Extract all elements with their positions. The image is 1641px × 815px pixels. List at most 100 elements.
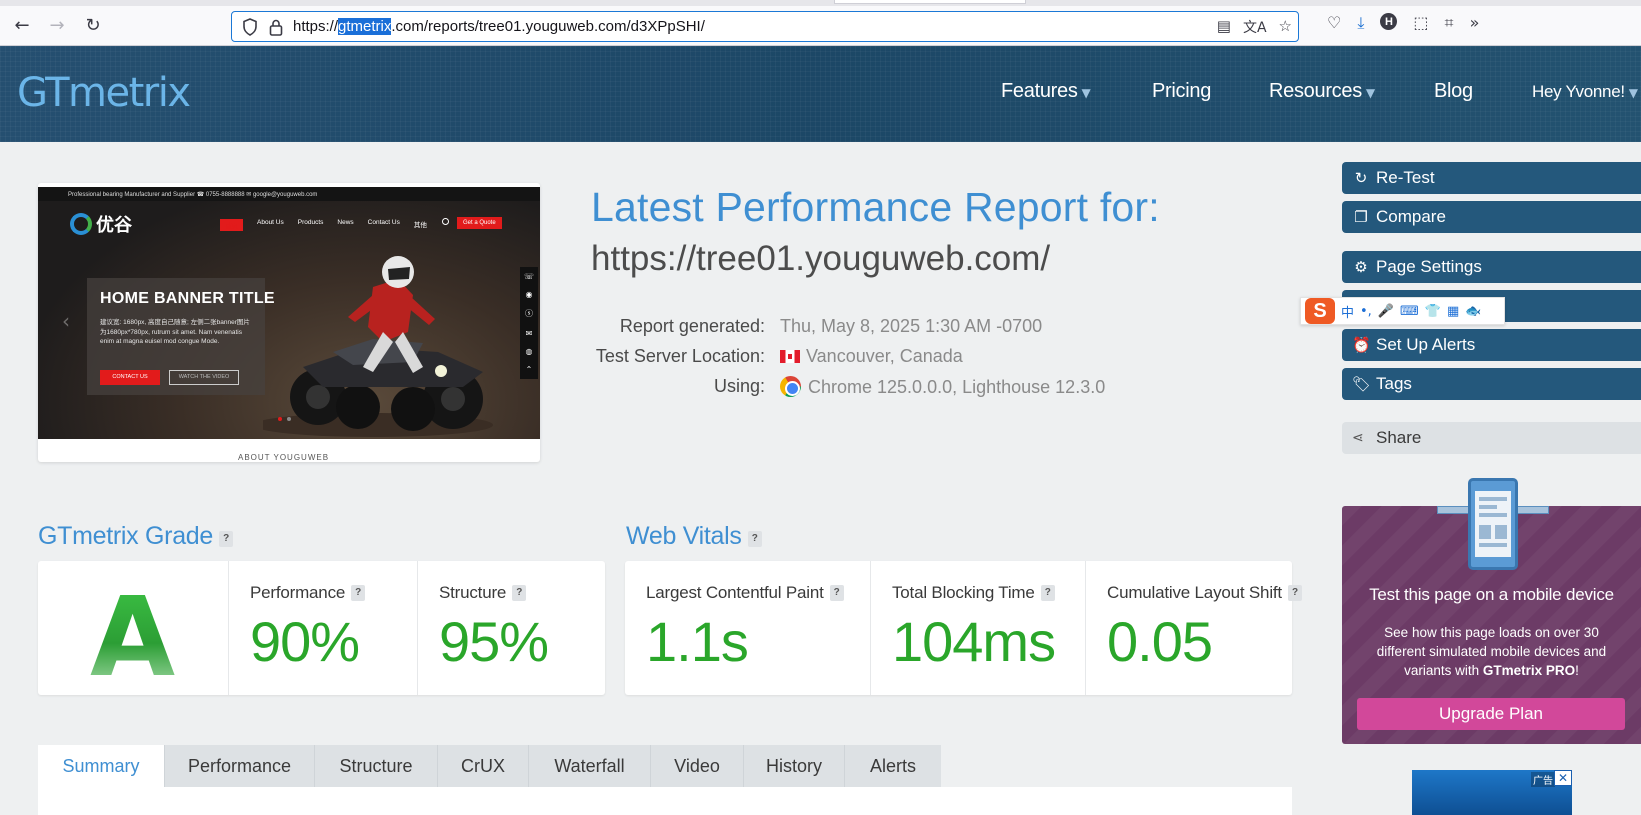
thumb-caption: ABOUT YOUGUWEB bbox=[238, 453, 330, 462]
grade-cell: A bbox=[38, 561, 228, 701]
thumb-chat-icon: ◍ bbox=[525, 346, 533, 356]
grade-card: A Performance? 90% Structure? 95% bbox=[38, 561, 605, 701]
back-arrow-icon[interactable]: ← bbox=[11, 14, 33, 36]
mascot-icon[interactable]: 🐟 bbox=[1465, 304, 1481, 319]
set-up-alerts-button[interactable]: ⏰ Set Up Alerts bbox=[1342, 329, 1641, 361]
tags-button[interactable]: 🏷 Tags bbox=[1342, 368, 1641, 400]
report-generated-label: Report generated: bbox=[619, 316, 765, 336]
report-generated-row: Report generated: bbox=[560, 316, 765, 340]
overflow-chevron-icon[interactable]: » bbox=[1470, 13, 1480, 33]
tbt-value: 104ms bbox=[892, 610, 1056, 673]
nav-pricing-label: Pricing bbox=[1152, 80, 1212, 102]
compare-button[interactable]: ❐ Compare bbox=[1342, 201, 1641, 233]
performance-value: 90% bbox=[250, 610, 360, 673]
reload-icon[interactable]: ↻ bbox=[82, 14, 104, 36]
structure-label: Structure? bbox=[439, 583, 527, 603]
reader-view-icon[interactable]: ▤ bbox=[1217, 17, 1231, 37]
share-button[interactable]: ⋖ Share bbox=[1342, 422, 1641, 454]
tab-structure[interactable]: Structure bbox=[315, 745, 438, 787]
ad-close-icon[interactable]: ✕ bbox=[1554, 770, 1572, 786]
thumb-skype-icon: ⓢ bbox=[525, 309, 533, 319]
thumb-whatsapp-icon: ◉ bbox=[525, 289, 533, 299]
profile-icon[interactable]: H bbox=[1380, 13, 1398, 30]
ime-toolbar[interactable]: S 中 •, 🎤 ⌨ 👕 ▦ 🐟 bbox=[1300, 297, 1505, 325]
nav-resources[interactable]: Resources ▼ bbox=[1269, 80, 1375, 103]
extensions-icon[interactable]: ⬚ bbox=[1413, 13, 1428, 33]
active-tab-edge[interactable] bbox=[834, 0, 1026, 4]
tab-video[interactable]: Video bbox=[651, 745, 744, 787]
tab-waterfall[interactable]: Waterfall bbox=[529, 745, 651, 787]
tab-alerts[interactable]: Alerts bbox=[845, 745, 941, 787]
thumb-menu-item: About Us bbox=[257, 219, 284, 226]
help-icon[interactable]: ? bbox=[1287, 585, 1302, 601]
forward-arrow-icon[interactable]: → bbox=[46, 14, 68, 36]
chevron-down-icon: ▼ bbox=[1081, 86, 1091, 100]
cls-label: Cumulative Layout Shift? bbox=[1107, 583, 1302, 603]
report-url[interactable]: https://tree01.youguweb.com/ bbox=[591, 239, 1050, 279]
nav-user-menu[interactable]: Hey Yvonne! ▼ bbox=[1532, 82, 1638, 102]
sogou-logo-icon[interactable]: S bbox=[1305, 298, 1335, 324]
thumb-menu: 首页 About Us Products News Contact Us 其他 bbox=[220, 219, 427, 231]
translate-icon[interactable]: 文A bbox=[1243, 17, 1267, 37]
cls-cell: Cumulative Layout Shift? 0.05 bbox=[1085, 561, 1302, 695]
canada-flag-icon bbox=[780, 350, 800, 363]
server-location-text: Vancouver, Canada bbox=[806, 346, 963, 366]
chinese-mode-icon[interactable]: 中 bbox=[1341, 302, 1354, 321]
nav-features-label: Features bbox=[1001, 80, 1078, 102]
tab-summary[interactable]: Summary bbox=[38, 745, 165, 787]
server-location-label: Test Server Location: bbox=[595, 346, 765, 366]
thumb-menu-item: Products bbox=[297, 219, 324, 226]
nav-blog-label: Blog bbox=[1434, 80, 1473, 102]
refresh-icon: ↻ bbox=[1354, 169, 1368, 187]
thumb-menu-item: 首页 bbox=[220, 219, 243, 231]
grade-title: GTmetrix Grade bbox=[38, 522, 213, 550]
web-vitals-heading: Web Vitals? bbox=[626, 522, 762, 551]
address-bar[interactable]: https://gtmetrix.com/reports/tree01.youg… bbox=[231, 11, 1299, 42]
nav-features[interactable]: Features ▼ bbox=[1001, 80, 1091, 103]
help-icon[interactable]: ? bbox=[747, 531, 762, 547]
punctuation-icon[interactable]: •, bbox=[1360, 304, 1372, 319]
help-icon[interactable]: ? bbox=[829, 585, 844, 601]
thumb-menu-item: Contact Us bbox=[367, 219, 400, 226]
help-icon[interactable]: ? bbox=[512, 585, 527, 601]
copy-icon: ❐ bbox=[1354, 208, 1368, 226]
thumb-slide-dots bbox=[278, 417, 291, 421]
thumb-quote-button: Get a Quote bbox=[457, 217, 502, 229]
upgrade-plan-button[interactable]: Upgrade Plan bbox=[1357, 698, 1625, 730]
page-settings-label: Page Settings bbox=[1376, 257, 1482, 276]
thumb-banner: HOME BANNER TITLE 建议宽: 1680px, 高度自己随意; 左… bbox=[87, 278, 275, 395]
help-icon[interactable]: ? bbox=[1040, 585, 1055, 601]
browser-toolbar: ← → ↻ https://gtmetrix.com/reports/tree0… bbox=[0, 0, 1641, 46]
using-label: Using: bbox=[713, 376, 765, 396]
grade-letter: A bbox=[90, 573, 176, 701]
bookmark-star-icon[interactable]: ☆ bbox=[1279, 17, 1292, 37]
chrome-icon bbox=[780, 376, 801, 397]
nav-pricing[interactable]: Pricing bbox=[1152, 80, 1211, 103]
server-location-value: Vancouver, Canada bbox=[780, 346, 963, 367]
microphone-icon[interactable]: 🎤 bbox=[1378, 304, 1394, 319]
shield-icon[interactable] bbox=[242, 18, 258, 36]
thumb-mail-icon: ✉ bbox=[525, 328, 533, 338]
help-icon[interactable]: ? bbox=[219, 531, 233, 547]
help-icon[interactable]: ? bbox=[351, 585, 366, 601]
pocket-icon[interactable]: ♡ bbox=[1327, 13, 1341, 33]
url-text[interactable]: https://gtmetrix.com/reports/tree01.youg… bbox=[293, 18, 705, 35]
download-icon[interactable]: ⤓ bbox=[1357, 13, 1364, 33]
page-settings-button[interactable]: ⚙ Page Settings bbox=[1342, 251, 1641, 283]
toolbox-icon[interactable]: ▦ bbox=[1447, 304, 1459, 319]
retest-button[interactable]: ↻ Re-Test bbox=[1342, 162, 1641, 194]
thumb-banner-button: CONTACT US bbox=[100, 370, 160, 385]
tab-performance[interactable]: Performance bbox=[165, 745, 315, 787]
crop-icon[interactable]: ⌗ bbox=[1445, 13, 1454, 33]
ad-label: 广告 bbox=[1531, 772, 1555, 787]
page-screenshot-card[interactable]: Professional bearing Manufacturer and Su… bbox=[38, 183, 540, 462]
lock-icon[interactable] bbox=[269, 18, 283, 36]
keyboard-icon[interactable]: ⌨ bbox=[1400, 304, 1419, 319]
skin-icon[interactable]: 👕 bbox=[1425, 304, 1441, 319]
tab-crux[interactable]: CrUX bbox=[438, 745, 529, 787]
thumb-prev-arrow-icon: ‹ bbox=[62, 309, 70, 333]
performance-cell: Performance? 90% bbox=[228, 561, 417, 695]
tab-history[interactable]: History bbox=[744, 745, 845, 787]
mobile-test-promo: Test this page on a mobile device See ho… bbox=[1342, 478, 1641, 744]
nav-blog[interactable]: Blog bbox=[1434, 80, 1473, 103]
